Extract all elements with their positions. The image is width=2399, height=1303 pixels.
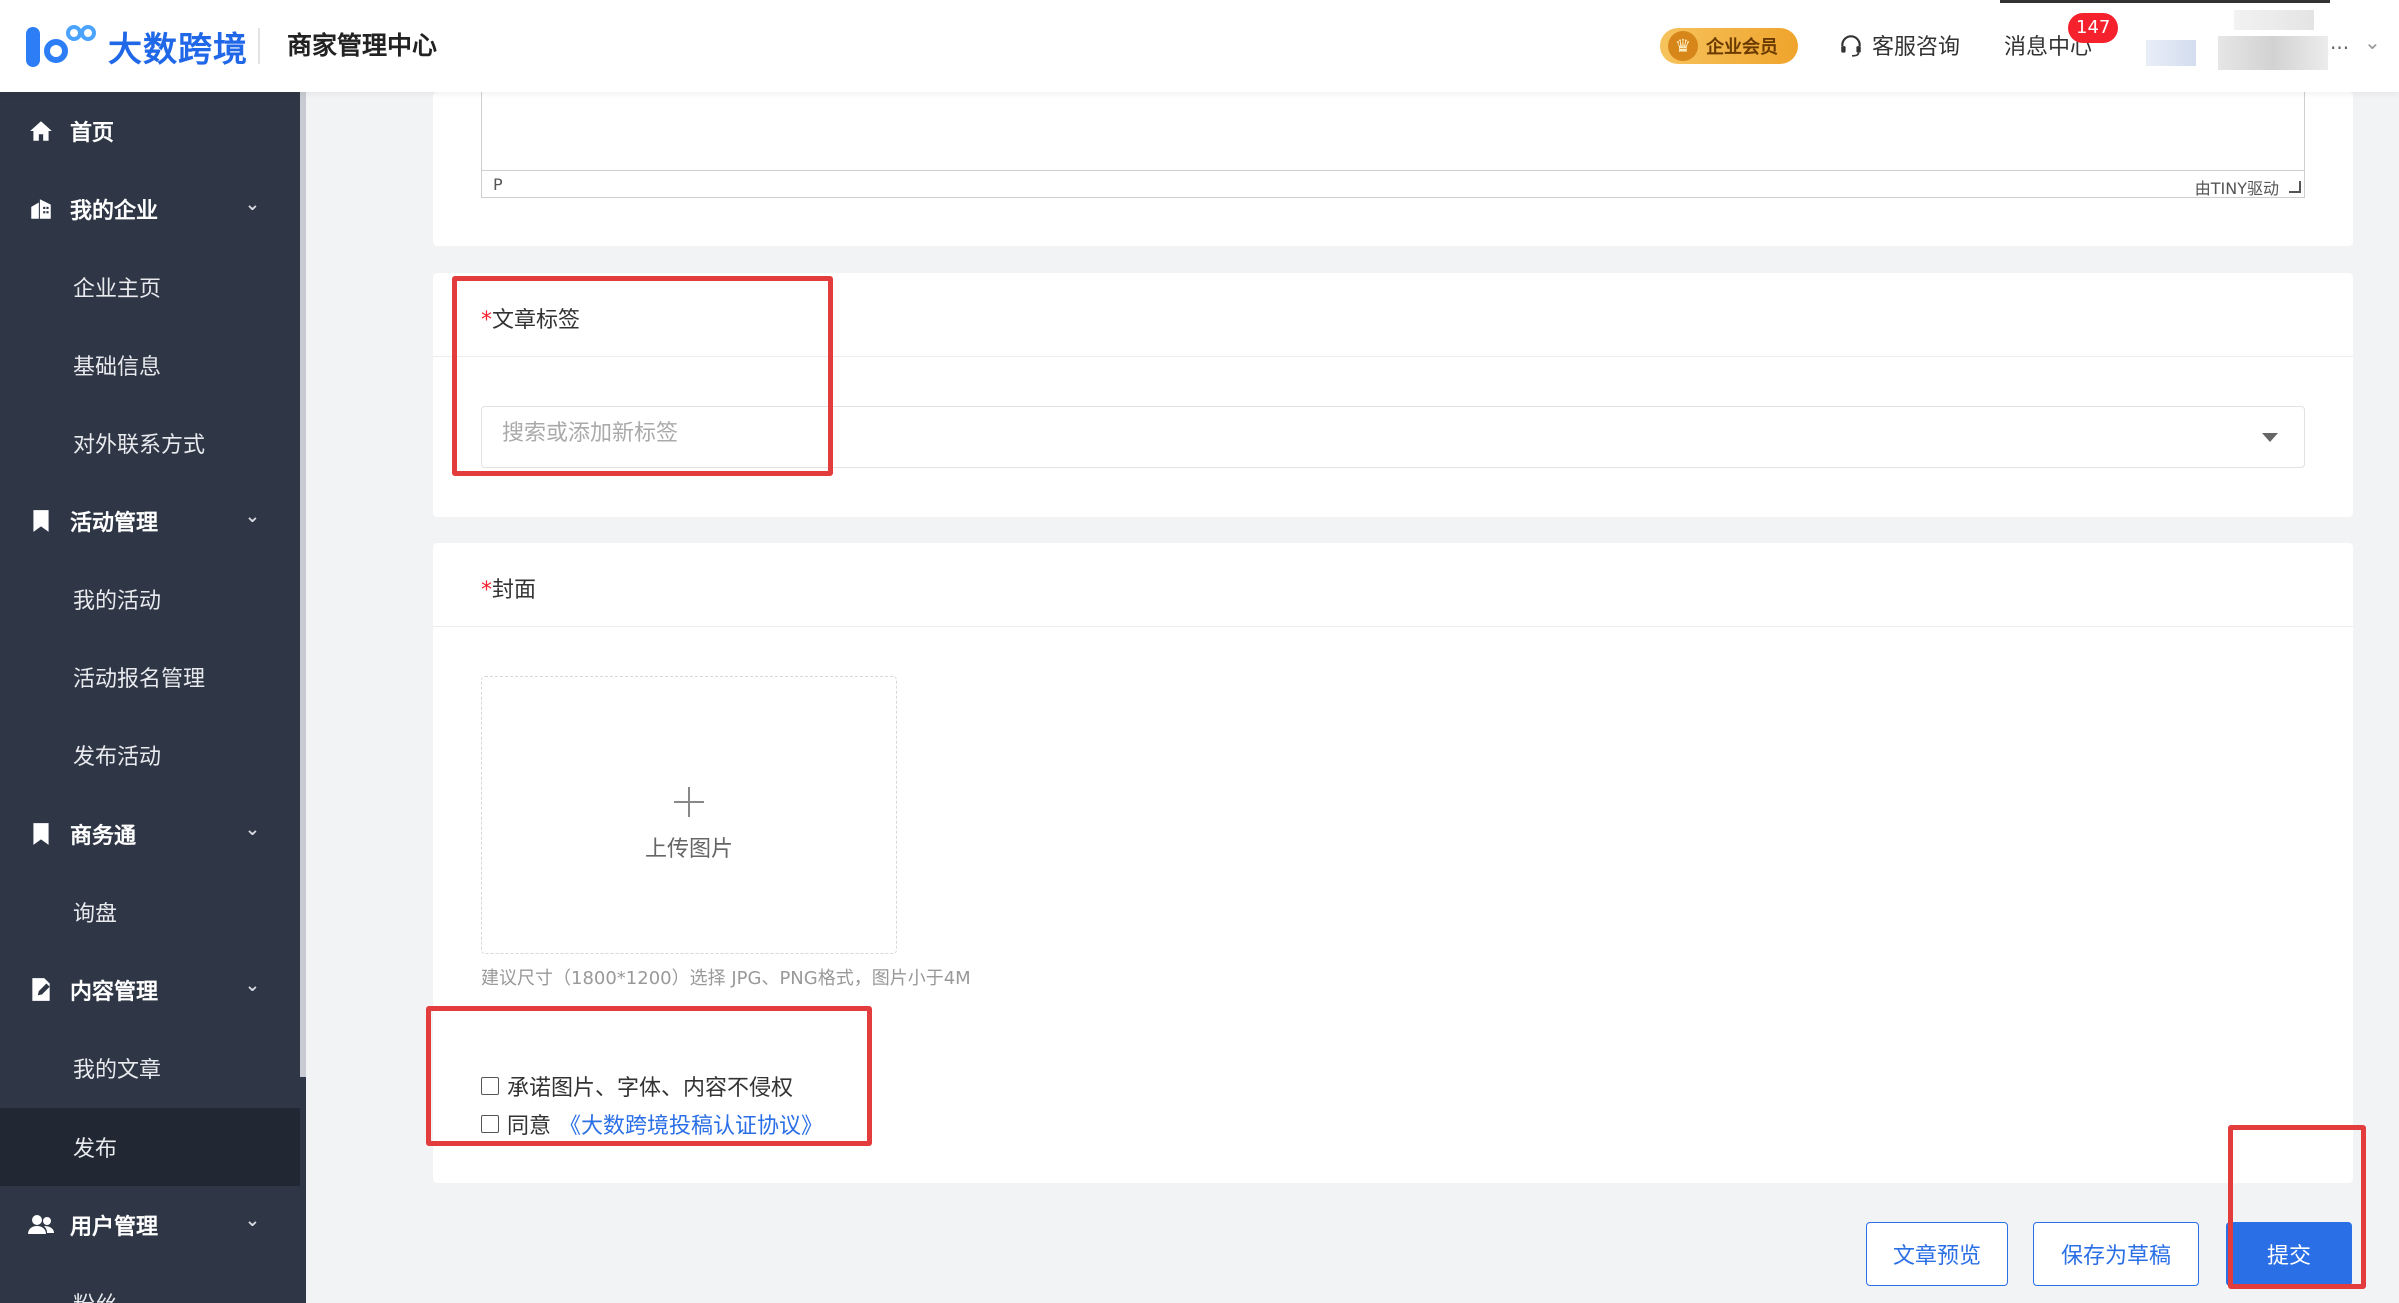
sidebar-item-business[interactable]: 商务通 ⌄	[0, 795, 300, 873]
tags-card	[433, 273, 2353, 517]
sidebar-item-activity-management[interactable]: 活动管理 ⌄	[0, 482, 300, 560]
header-divider	[258, 28, 260, 64]
editor-element-path[interactable]: P	[493, 175, 503, 194]
home-icon	[26, 116, 56, 146]
sidebar-item-label: 商务通	[70, 824, 137, 849]
cover-section-title: *封面	[481, 572, 536, 604]
sidebar-item-label: 企业主页	[73, 277, 162, 302]
sidebar-item-enterprise-home[interactable]: 企业主页	[0, 248, 300, 326]
sidebar-item-inquiry[interactable]: 询盘	[0, 873, 300, 951]
plus-icon	[674, 787, 704, 817]
chevron-down-icon: ⌄	[244, 1210, 260, 1231]
chevron-down-icon: ⌄	[244, 819, 260, 840]
powered-by-label[interactable]: 由TINY驱动	[2195, 175, 2279, 199]
sidebar-item-label: 粉丝	[73, 1287, 117, 1303]
top-line-divider	[2000, 0, 2330, 3]
sidebar-item-publish-activity[interactable]: 发布活动	[0, 716, 300, 794]
customer-service-button[interactable]: 客服咨询	[1838, 29, 1960, 61]
editor-statusbar: P 由TINY驱动	[481, 170, 2305, 198]
sidebar-item-label: 内容管理	[70, 980, 159, 1005]
tags-section-title: *文章标签	[481, 302, 580, 334]
customer-service-label: 客服咨询	[1872, 35, 1961, 60]
chevron-down-icon: ⌄	[244, 506, 260, 527]
resize-handle-icon[interactable]	[2289, 181, 2301, 193]
sidebar-item-publish[interactable]: 发布	[0, 1108, 300, 1186]
sidebar-item-my-activities[interactable]: 我的活动	[0, 560, 300, 638]
brand-logo[interactable]: 大数跨境	[22, 18, 248, 74]
message-count-badge: 147	[2068, 13, 2119, 43]
sidebar-item-home[interactable]: 首页	[0, 92, 300, 170]
top-header: 大数跨境 商家管理中心 ♛ 企业会员 客服咨询 消息中心 147 ... ⌄	[0, 0, 2399, 92]
upload-label: 上传图片	[644, 837, 733, 862]
building-icon	[26, 194, 56, 224]
sidebar-item-label: 发布活动	[73, 745, 162, 770]
sidebar-item-label: 活动报名管理	[73, 667, 206, 692]
chevron-down-icon: ⌄	[244, 194, 260, 215]
cover-upload-area[interactable]: 上传图片	[481, 676, 897, 954]
logo-text: 大数跨境	[108, 29, 248, 70]
tags-select[interactable]	[481, 406, 2305, 468]
crown-icon: ♛	[1668, 31, 1698, 61]
sidebar-item-my-articles[interactable]: 我的文章	[0, 1029, 300, 1107]
user-account-blurred[interactable]	[2134, 10, 2334, 82]
vip-badge[interactable]: ♛ 企业会员	[1660, 28, 1798, 64]
submit-button[interactable]: 提交	[2226, 1222, 2352, 1286]
sidebar-item-label: 我的活动	[73, 589, 162, 614]
sidebar-item-contact[interactable]: 对外联系方式	[0, 404, 300, 482]
tags-title-text: 文章标签	[492, 308, 581, 333]
tags-divider	[433, 356, 2353, 357]
sidebar-item-fans[interactable]: 粉丝	[0, 1264, 300, 1303]
save-draft-button[interactable]: 保存为草稿	[2033, 1222, 2199, 1286]
sidebar-item-label: 发布	[73, 1137, 118, 1162]
agree-label: 同意	[507, 1114, 552, 1139]
tags-search-input[interactable]	[502, 421, 2202, 446]
preview-button[interactable]: 文章预览	[1866, 1222, 2008, 1286]
chevron-down-icon: ⌄	[244, 975, 260, 996]
sidebar-item-label: 用户管理	[70, 1215, 159, 1240]
required-mark: *	[481, 578, 492, 603]
sidebar: 首页 我的企业 ⌄ 企业主页 基础信息 对外联系方式 活动管理 ⌄ 我的活动 活…	[0, 92, 306, 1303]
agreement-link[interactable]: 《大数跨境投稿认证协议》	[559, 1108, 823, 1140]
sidebar-scrollbar[interactable]	[300, 92, 306, 1077]
sidebar-item-label: 对外联系方式	[73, 433, 206, 458]
sidebar-item-my-enterprise[interactable]: 我的企业 ⌄	[0, 170, 300, 248]
user-name-ellipsis: ...	[2330, 30, 2350, 54]
sidebar-item-user-management[interactable]: 用户管理 ⌄	[0, 1186, 300, 1264]
avatar	[2146, 40, 2196, 66]
system-title: 商家管理中心	[287, 31, 438, 60]
cover-hint: 建议尺寸（1800*1200）选择 JPG、PNG格式，图片小于4M	[481, 968, 971, 989]
cover-title-text: 封面	[492, 578, 537, 603]
sidebar-item-label: 基础信息	[73, 355, 162, 380]
edit-document-icon	[26, 975, 56, 1005]
sidebar-item-label: 首页	[70, 121, 115, 146]
sidebar-item-label: 询盘	[73, 902, 118, 927]
bookmark-icon	[26, 506, 56, 536]
agree-checkbox[interactable]	[481, 1115, 499, 1133]
bookmark-icon	[26, 819, 56, 849]
sidebar-item-label: 活动管理	[70, 511, 159, 536]
promise-checkbox[interactable]	[481, 1077, 499, 1095]
dropdown-caret-icon[interactable]	[2262, 433, 2278, 442]
sidebar-item-basic-info[interactable]: 基础信息	[0, 326, 300, 404]
agree-checkbox-row[interactable]: 同意 《大数跨境投稿认证协议》	[481, 1108, 823, 1140]
sidebar-item-label: 我的文章	[73, 1058, 162, 1083]
vip-label: 企业会员	[1706, 37, 1778, 58]
promise-label: 承诺图片、字体、内容不侵权	[507, 1076, 794, 1101]
sidebar-item-label: 我的企业	[70, 199, 159, 224]
headset-icon	[1841, 35, 1861, 57]
sidebar-item-content-management[interactable]: 内容管理 ⌄	[0, 951, 300, 1029]
promise-checkbox-row[interactable]: 承诺图片、字体、内容不侵权	[481, 1070, 793, 1102]
user-name-blurred	[2218, 36, 2328, 70]
sidebar-item-activity-signup[interactable]: 活动报名管理	[0, 638, 300, 716]
chevron-down-icon[interactable]: ⌄	[2364, 30, 2381, 54]
required-mark: *	[481, 308, 492, 333]
users-icon	[26, 1210, 56, 1240]
cover-divider	[433, 626, 2353, 627]
logo-mark-icon	[22, 21, 98, 71]
